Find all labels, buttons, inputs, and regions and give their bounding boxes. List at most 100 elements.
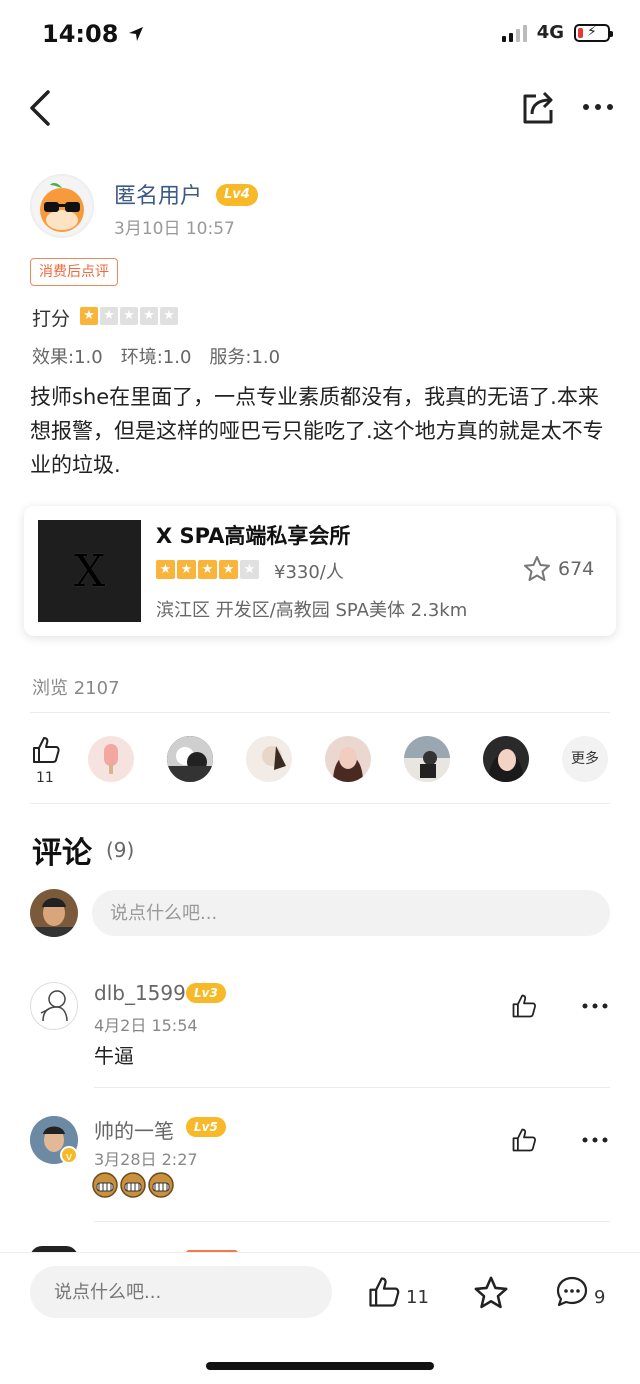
battery-icon: ⚡ [574, 23, 613, 42]
more-options-button[interactable] [576, 92, 620, 122]
my-avatar [30, 889, 78, 937]
commenter-name[interactable]: dlb_1599 [94, 981, 186, 1005]
more-likers-button[interactable]: 更多 [562, 736, 608, 782]
author-avatar[interactable] [30, 174, 94, 238]
review-text: 技师she在里面了，一点专业素质都没有，我真的无语了.本来想报警，但是这样的哑巴… [30, 385, 604, 477]
person-avatar-icon [404, 736, 450, 782]
more-dots-icon [583, 104, 613, 110]
star-filled-icon: ★ [156, 560, 175, 579]
commenter-level-badge: Lv5 [186, 1117, 226, 1137]
chevron-left-icon [30, 90, 50, 126]
star-empty-icon: ★ [100, 307, 118, 325]
comment-emoji-row [92, 1172, 174, 1198]
network-label: 4G [536, 22, 564, 43]
shop-logo-letter: X [73, 545, 106, 597]
shop-star-rating: ★ ★ ★ ★ ★ [156, 560, 259, 579]
comment-like-button[interactable] [510, 992, 540, 1022]
comment-like-button[interactable] [510, 1126, 540, 1156]
star-filled-icon: ★ [198, 560, 217, 579]
more-dots-icon [582, 1137, 608, 1143]
commenter-name[interactable]: 帅的一笔 [94, 1115, 174, 1144]
bottom-favorite-button[interactable] [472, 1274, 510, 1316]
post-time: 3月10日 10:57 [114, 219, 235, 239]
share-icon [523, 91, 553, 124]
author-level-badge: Lv4 [216, 184, 258, 206]
score-label: 打分 [32, 308, 71, 330]
view-count: 浏览 2107 [32, 678, 120, 699]
thumbs-up-icon [33, 737, 60, 763]
liker-avatar[interactable] [246, 736, 292, 782]
shop-location: 滨江区 开发区/高教园 SPA美体 2.3km [156, 600, 468, 621]
commenter-level-badge: Lv3 [186, 983, 226, 1003]
bottom-like-count: 11 [406, 1286, 429, 1308]
comment-input[interactable] [92, 890, 610, 936]
star-filled-icon: ★ [219, 560, 238, 579]
thumbs-up-icon [369, 1277, 400, 1307]
more-dots-icon [582, 1003, 608, 1009]
signal-icon [501, 24, 527, 42]
photo-avatar-icon [262, 746, 286, 770]
liker-avatar[interactable] [88, 736, 134, 782]
popsicle-avatar-icon [104, 744, 118, 774]
divider [30, 803, 610, 804]
comments-title: 评论 [32, 836, 92, 871]
comment-time: 3月28日 2:27 [94, 1150, 198, 1169]
person-avatar-icon [488, 749, 524, 782]
sub-score-environment: 环境:1.0 [120, 347, 192, 368]
commenter-avatar[interactable] [30, 982, 78, 1030]
cartoon-avatar-icon [40, 990, 68, 1022]
star-filled-icon: ★ [177, 560, 196, 579]
sub-score-service: 服务:1.0 [209, 347, 281, 368]
bottom-like-button[interactable]: 11 [366, 1274, 429, 1310]
verified-badge-icon: v [60, 1146, 78, 1164]
person-avatar-icon [333, 747, 363, 782]
divider [30, 712, 610, 713]
shop-price: ¥330/人 [274, 562, 344, 583]
comment-more-button[interactable] [580, 1130, 610, 1150]
thumbs-up-icon [512, 1128, 536, 1152]
status-indicators: 4G ⚡ [501, 22, 613, 43]
comment-more-button[interactable] [580, 996, 610, 1016]
star-empty-icon: ★ [120, 307, 138, 325]
grin-emoji-icon [148, 1172, 174, 1198]
star-empty-icon: ★ [140, 307, 158, 325]
thumbs-up-icon [512, 994, 536, 1018]
comments-count: (9) [106, 838, 135, 862]
bottom-comment-count: 9 [594, 1286, 606, 1308]
share-button[interactable] [518, 88, 558, 128]
grin-emoji-icon [92, 1172, 118, 1198]
review-star-rating: ★ ★ ★ ★ ★ [80, 307, 178, 325]
back-button[interactable] [24, 86, 64, 130]
comment-time: 4月2日 15:54 [94, 1016, 198, 1035]
chat-bubble-icon [556, 1276, 588, 1307]
bottom-comment-input[interactable] [30, 1266, 332, 1318]
shop-card[interactable]: X X SPA高端私享会所 ★ ★ ★ ★ ★ ¥330/人 674 滨江区 开发区/高… [24, 506, 616, 636]
shop-favorite-button[interactable]: 674 [522, 554, 594, 584]
star-empty-icon: ★ [160, 307, 178, 325]
orange-sunglasses-avatar-icon [40, 183, 84, 232]
divider [94, 1221, 610, 1222]
person-avatar-icon [30, 889, 78, 937]
like-count: 11 [36, 770, 54, 786]
divider [94, 1087, 610, 1088]
shop-logo: X [38, 520, 141, 622]
panda-avatar-icon [167, 736, 213, 782]
bottom-comment-button[interactable]: 9 [554, 1274, 605, 1310]
author-name[interactable]: 匿名用户 [114, 178, 202, 210]
home-indicator [206, 1362, 434, 1370]
comment-text: 牛逼 [94, 1044, 134, 1068]
liker-avatar[interactable] [325, 736, 371, 782]
status-time: 14:08 [42, 20, 145, 48]
star-outline-icon [524, 556, 550, 581]
star-filled-icon: ★ [80, 307, 98, 325]
liker-avatar[interactable] [483, 736, 529, 782]
sub-score-effect: 效果:1.0 [32, 347, 103, 368]
shop-favorite-count: 674 [558, 558, 595, 580]
shop-name: X SPA高端私享会所 [156, 524, 351, 548]
star-outline-icon [474, 1276, 508, 1309]
review-tag: 消费后点评 [30, 258, 118, 286]
liker-avatar[interactable] [404, 736, 450, 782]
liker-avatar[interactable] [167, 736, 213, 782]
like-button[interactable] [28, 734, 64, 770]
location-arrow-icon [128, 27, 143, 41]
